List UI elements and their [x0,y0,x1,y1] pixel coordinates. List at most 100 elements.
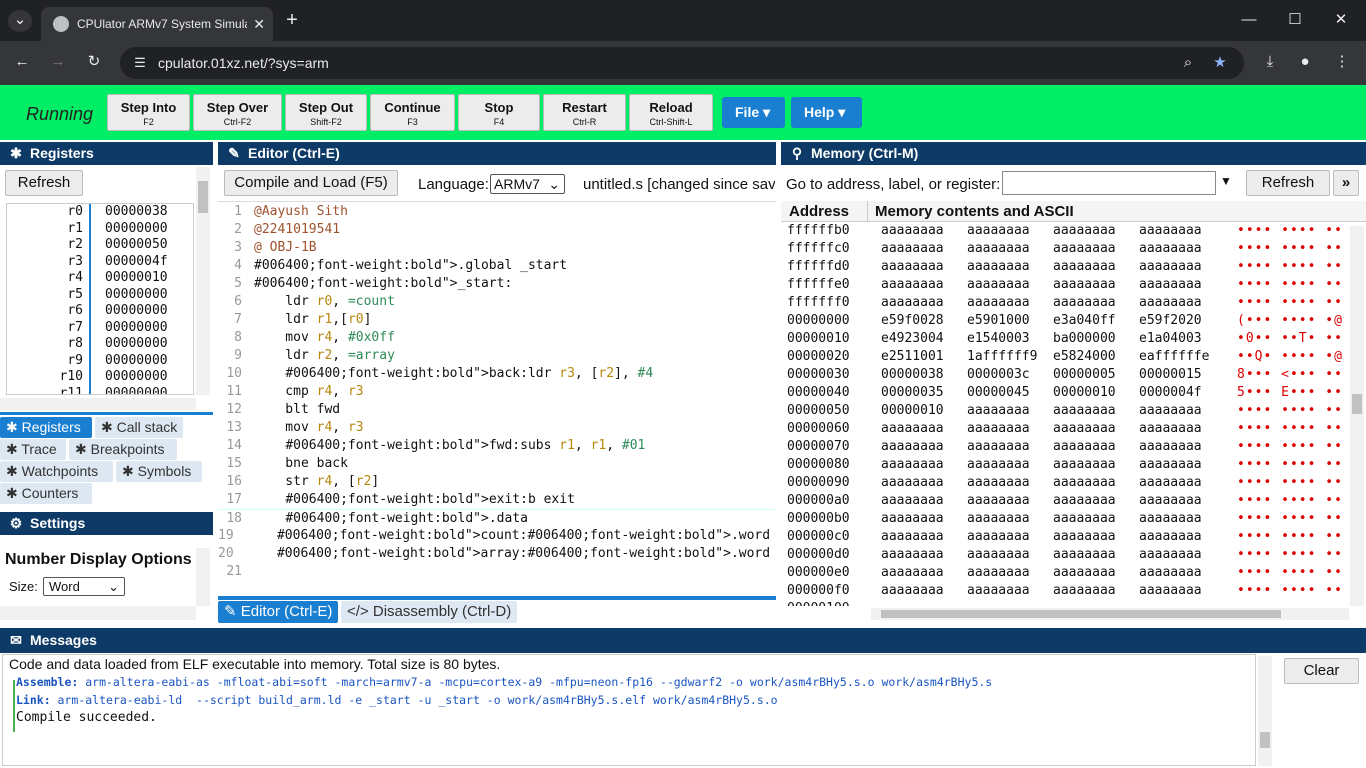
memory-word[interactable]: aaaaaaaa [1137,528,1223,546]
code-line[interactable]: 2 @2241019541 [218,221,775,239]
memory-word[interactable] [879,600,965,606]
code-line[interactable]: 18 #006400;font-weight:bold">.data [218,509,775,527]
goto-input[interactable] [1002,171,1216,195]
step-over-button[interactable]: Step Over Ctrl-F2 [193,94,282,131]
memory-word[interactable]: aaaaaaaa [965,222,1051,240]
memory-word[interactable]: aaaaaaaa [1051,276,1137,294]
memory-row[interactable]: 00000060 aaaaaaaa aaaaaaaa aaaaaaaa aaaaaaaa… [781,420,1349,438]
memory-word[interactable]: aaaaaaaa [1137,258,1223,276]
register-value[interactable]: 00000000 [89,369,168,386]
memory-word[interactable]: aaaaaaaa [879,420,965,438]
code-line[interactable]: 10 #006400;font-weight:bold">back: ldr r3… [218,365,775,383]
memory-word[interactable]: aaaaaaaa [879,546,965,564]
register-row[interactable]: r10 00000000 [7,369,193,386]
language-select[interactable]: ARMv7 ⌄ [490,174,565,194]
memory-word[interactable]: aaaaaaaa [1137,438,1223,456]
memory-word[interactable]: aaaaaaaa [965,546,1051,564]
memory-word[interactable]: e5824000 [1051,348,1137,366]
register-row[interactable]: r2 00000050 [7,237,193,254]
memory-row[interactable]: ffffffe0 aaaaaaaa aaaaaaaa aaaaaaaa aaaaaaaa… [781,276,1349,294]
memory-row[interactable]: 000000b0 aaaaaaaa aaaaaaaa aaaaaaaa aaaaaaaa… [781,510,1349,528]
scroll-thumb[interactable] [1260,732,1270,748]
memory-word[interactable]: aaaaaaaa [879,510,965,528]
register-value[interactable]: 00000038 [89,204,168,221]
code-line[interactable]: 9 ldr r2, =array [218,347,775,365]
tab-breakpoints[interactable]: ✱ Breakpoints [69,439,177,460]
bookmark-star-icon[interactable]: ★ [1208,53,1232,73]
register-value[interactable]: 00000000 [89,286,168,303]
continue-button[interactable]: Continue F3 [370,94,455,131]
memory-word[interactable]: aaaaaaaa [879,492,965,510]
memory-row[interactable]: ffffffb0 aaaaaaaa aaaaaaaa aaaaaaaa aaaaaaaa… [781,222,1349,240]
registers-hscrollbar[interactable] [0,398,196,410]
memory-word[interactable]: 00000005 [1051,366,1137,384]
register-row[interactable]: r9 00000000 [7,352,193,369]
tab-watchpoints[interactable]: ✱ Watchpoints [0,461,113,482]
tab-registers[interactable]: ✱ Registers [0,417,92,438]
memory-word[interactable]: aaaaaaaa [1051,492,1137,510]
memory-word[interactable]: e1a04003 [1137,330,1223,348]
memory-word[interactable]: aaaaaaaa [1051,474,1137,492]
tab-disassembly[interactable]: </> Disassembly (Ctrl-D) [341,601,518,623]
memory-word[interactable]: aaaaaaaa [1051,240,1137,258]
memory-word[interactable]: aaaaaaaa [1137,492,1223,510]
memory-word[interactable]: e3a040ff [1051,312,1137,330]
memory-row[interactable]: 00000100 [781,600,1349,606]
memory-word[interactable]: aaaaaaaa [1137,510,1223,528]
memory-word[interactable]: aaaaaaaa [965,474,1051,492]
register-row[interactable]: r8 00000000 [7,336,193,353]
memory-row[interactable]: fffffff0 aaaaaaaa aaaaaaaa aaaaaaaa aaaaaaaa… [781,294,1349,312]
memory-word[interactable] [1051,600,1137,606]
omnibox[interactable]: ☰ cpulator.01xz.net/?sys=arm ⌕ ★ [120,47,1244,79]
memory-word[interactable]: aaaaaaaa [879,276,965,294]
memory-word[interactable]: aaaaaaaa [1051,456,1137,474]
memory-word[interactable]: aaaaaaaa [1051,438,1137,456]
tab-search-icon[interactable]: ⌄ [8,10,32,32]
forward-icon[interactable]: → [46,52,70,72]
memory-row[interactable]: 000000e0 aaaaaaaa aaaaaaaa aaaaaaaa aaaaaaaa… [781,564,1349,582]
step-out-button[interactable]: Step Out Shift-F2 [285,94,367,131]
browser-tab[interactable]: CPUlator ARMv7 System Simula ✕ [41,7,273,41]
memory-word[interactable]: aaaaaaaa [965,276,1051,294]
memory-word[interactable]: e1540003 [965,330,1051,348]
memory-word[interactable]: aaaaaaaa [1137,240,1223,258]
tab-symbols[interactable]: ✱ Symbols [116,461,202,482]
messages-scrollbar[interactable] [1258,656,1272,766]
restart-button[interactable]: Restart Ctrl-R [543,94,626,131]
memory-word[interactable]: ba000000 [1051,330,1137,348]
memory-word[interactable]: aaaaaaaa [879,222,965,240]
menu-icon[interactable]: ⋮ [1330,52,1354,72]
memory-word[interactable]: aaaaaaaa [879,582,965,600]
register-value[interactable]: 00000050 [89,237,168,254]
memory-word[interactable] [1137,600,1223,606]
register-row[interactable]: r7 00000000 [7,319,193,336]
memory-word[interactable]: aaaaaaaa [879,564,965,582]
maximize-icon[interactable]: ☐ [1283,10,1307,30]
code-line[interactable]: 12 blt fwd [218,401,775,419]
memory-word[interactable]: aaaaaaaa [965,420,1051,438]
scroll-thumb[interactable] [198,181,208,213]
code-editor[interactable]: 1 @Aayush Sith 2 @2241019541 3 @ OBJ-1B 4 #0064… [218,203,775,593]
compile-load-button[interactable]: Compile and Load (F5) [224,170,398,196]
code-line[interactable]: 4 #006400;font-weight:bold">.global _star… [218,257,775,275]
register-row[interactable]: r3 0000004f [7,253,193,270]
memory-word[interactable]: aaaaaaaa [879,294,965,312]
memory-word[interactable]: eaffffffe [1137,348,1223,366]
memory-scrollbar[interactable] [1350,226,1364,606]
memory-word[interactable]: aaaaaaaa [1051,294,1137,312]
register-value[interactable]: 00000000 [89,352,168,369]
back-icon[interactable]: ← [10,52,34,72]
memory-row[interactable]: 000000f0 aaaaaaaa aaaaaaaa aaaaaaaa aaaaaaaa… [781,582,1349,600]
register-row[interactable]: r0 00000038 [7,204,193,221]
code-line[interactable]: 16 str r4, [r2] [218,473,775,491]
close-tab-icon[interactable]: ✕ [253,16,265,33]
reload-icon[interactable]: ↻ [82,52,106,72]
code-line[interactable]: 20 #006400;font-weight:bold">array: #0064… [218,545,775,563]
memory-hscrollbar[interactable] [871,608,1349,620]
memory-row[interactable]: 00000020 e2511001 1affffff9 e5824000 eafffff… [781,348,1349,366]
site-info-icon[interactable]: ☰ [128,53,152,73]
code-line[interactable]: 1 @Aayush Sith [218,203,775,221]
settings-hscrollbar[interactable] [0,606,196,620]
register-value[interactable]: 0000004f [89,253,168,270]
code-line[interactable]: 14 #006400;font-weight:bold">fwd: subs r1… [218,437,775,455]
